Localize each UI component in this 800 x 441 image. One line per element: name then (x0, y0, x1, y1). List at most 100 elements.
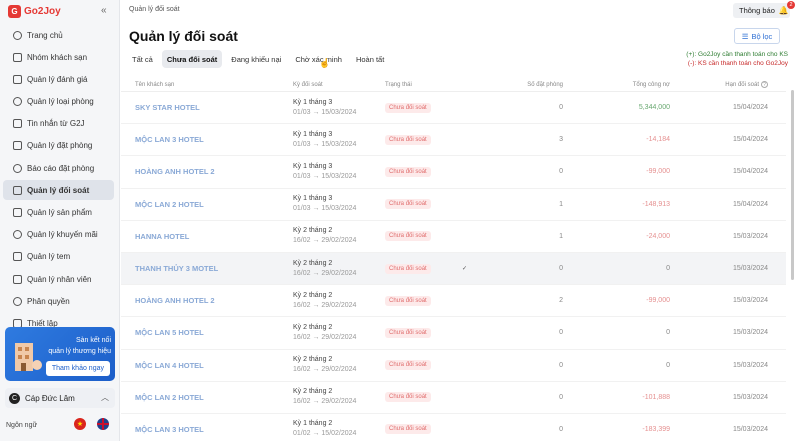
collapse-sidebar-icon[interactable]: « (101, 5, 107, 16)
user-menu[interactable]: C Cáp Đức Lâm ︿ (5, 388, 115, 408)
tab[interactable]: Chưa đối soát (161, 50, 223, 68)
table-row[interactable]: HANNA HOTEL Kỳ 2 tháng 2 16/02 → 29/02/202… (121, 221, 786, 253)
deadline-cell: 15/03/2024 (732, 393, 768, 401)
sidebar-item-label: Quản lý đánh giá (27, 74, 88, 84)
notification-button[interactable]: Thông báo 🔔 2 (733, 1, 795, 18)
period-label: Kỳ 2 tháng 2 (293, 291, 333, 299)
debt-cell: -24,000 (646, 232, 670, 240)
sidebar: G Go2Joy « Trang chủ Nhóm khách sạn Quản l… (0, 0, 120, 441)
table-row[interactable]: HOÀNG ANH HOTEL 2 Kỳ 1 tháng 3 01/03 → 15/… (121, 156, 786, 189)
sidebar-item[interactable]: Quản lý khuyến mãi (3, 225, 114, 245)
sidebar-item-label: Quản lý đối soát (27, 185, 90, 195)
chevron-up-icon[interactable]: ︿ (101, 392, 109, 403)
period-range: 16/02 → 29/02/2024 (293, 398, 357, 406)
home-icon (13, 30, 22, 40)
col-debt: Tổng công nợ (632, 81, 670, 88)
sidebar-nav: Trang chủ Nhóm khách sạn Quản lý đánh giá Q… (0, 24, 120, 336)
filter-icon: ☰ (741, 31, 749, 41)
help-icon[interactable]: ? (761, 81, 768, 88)
debt-cell: -101,888 (642, 393, 670, 401)
sidebar-item-label: Quản lý loại phòng (27, 97, 94, 107)
col-deadline: Hạn đối soát? (670, 81, 776, 88)
sidebar-item-label: Nhóm khách sạn (27, 52, 88, 62)
sidebar-item[interactable]: Báo cáo đặt phòng (3, 158, 114, 178)
hotel-name[interactable]: HOÀNG ANH HOTEL 2 (121, 167, 293, 176)
hotel-name[interactable]: THANH THỦY 3 MOTEL (121, 264, 293, 273)
table-row[interactable]: THANH THỦY 3 MOTEL Kỳ 2 tháng 2 16/02 → 29… (121, 252, 786, 286)
uk-flag-icon[interactable] (97, 418, 109, 430)
vietnam-flag-icon[interactable]: ★ (74, 418, 86, 430)
period-cell: Kỳ 1 tháng 3 01/03 → 15/03/2024 (293, 98, 385, 118)
sidebar-item-label: Quản lý đặt phòng (27, 141, 93, 151)
status-tabs: Tất cả Chưa đối soát Đang khiếu nại Chờ xác… (127, 50, 393, 68)
hotel-name[interactable]: MỘC LAN 5 HOTEL (121, 328, 293, 337)
hotel-name[interactable]: HANNA HOTEL (121, 232, 293, 241)
table-row[interactable]: MỘC LAN 2 HOTEL Kỳ 2 tháng 2 16/02 → 29/02… (121, 382, 786, 414)
sidebar-item[interactable]: Quản lý sản phẩm (3, 203, 114, 223)
status-cell: Chưa đối soát (385, 166, 485, 177)
period-range: 16/02 → 29/02/2024 (293, 366, 357, 374)
sidebar-item-label: Tin nhắn từ G2J (27, 119, 85, 129)
status-badge: Chưa đối soát (385, 360, 431, 371)
sidebar-item[interactable]: Quản lý nhân viên (3, 269, 114, 289)
sidebar-item[interactable]: Quản lý đánh giá (3, 69, 114, 89)
debt-cell: -99,000 (646, 297, 670, 305)
deadline-cell: 15/03/2024 (732, 265, 768, 273)
table-row[interactable]: MỘC LAN 4 HOTEL Kỳ 2 tháng 2 16/02 → 29/02… (121, 350, 786, 382)
checkmark-icon: ✓ (462, 266, 468, 273)
logo-mark: G (8, 4, 21, 18)
col-hotel-name: Tên khách sạn (135, 81, 175, 88)
debt-cell: 0 (666, 329, 670, 337)
hotel-name[interactable]: MỘC LAN 3 HOTEL (121, 135, 293, 144)
sidebar-item[interactable]: Quản lý tem (3, 247, 114, 267)
promo-banner[interactable]: Sàn kết nối quản lý thương hiệu Tham khả… (5, 327, 115, 381)
hotel-name[interactable]: MỘC LAN 3 HOTEL (121, 425, 293, 434)
table-body: SKY STAR HOTEL Kỳ 1 tháng 3 01/03 → 15/03/… (121, 92, 786, 441)
tab[interactable]: Hoàn tất (351, 50, 389, 68)
hotel-name[interactable]: SKY STAR HOTEL (121, 103, 293, 112)
deadline-cell: 15/03/2024 (732, 425, 768, 433)
mouse-pointer-icon: ☝ (319, 58, 331, 68)
legend-minus: (-): KS cần thanh toán cho Go2Joy (687, 60, 788, 67)
table-row[interactable]: MỘC LAN 3 HOTEL Kỳ 1 tháng 2 01/02 → 15/02… (121, 414, 786, 441)
hotel-name[interactable]: MỘC LAN 2 HOTEL (121, 200, 293, 209)
filter-button[interactable]: ☰ Bộ lọc (734, 28, 780, 44)
sidebar-item[interactable]: Phân quyền (3, 291, 114, 311)
sidebar-item[interactable]: Quản lý đối soát (3, 180, 114, 201)
period-label: Kỳ 2 tháng 2 (293, 259, 333, 267)
table-row[interactable]: SKY STAR HOTEL Kỳ 1 tháng 3 01/03 → 15/03/… (121, 92, 786, 125)
scrollbar[interactable] (791, 90, 794, 280)
promo-line-1: Sàn kết nối (75, 337, 111, 344)
tab[interactable]: Đang khiếu nại (226, 50, 286, 68)
hotel-name[interactable]: HOÀNG ANH HOTEL 2 (121, 296, 293, 305)
notification-label: Thông báo (739, 6, 775, 15)
sidebar-item[interactable]: Trang chủ (3, 25, 114, 45)
table-row[interactable]: MỘC LAN 3 HOTEL Kỳ 1 tháng 3 01/03 → 15/03… (121, 124, 786, 157)
period-cell: Kỳ 1 tháng 3 01/03 → 15/03/2024 (293, 130, 385, 150)
sidebar-item[interactable]: Quản lý loại phòng (3, 92, 114, 112)
period-cell: Kỳ 1 tháng 2 01/02 → 15/02/2024 (293, 419, 385, 439)
status-badge: Chưa đối soát (385, 166, 431, 177)
table-row[interactable]: HOÀNG ANH HOTEL 2 Kỳ 2 tháng 2 16/02 → 29/… (121, 285, 786, 318)
sidebar-item[interactable]: Quản lý đặt phòng (3, 136, 114, 156)
booking-icon (13, 141, 22, 151)
hotel-name[interactable]: MỘC LAN 2 HOTEL (121, 393, 293, 402)
sidebar-item-label: Quản lý tem (27, 252, 71, 262)
legend: (+): Go2Joy cần thanh toán cho KS (-): K… (686, 50, 788, 68)
product-icon (13, 208, 22, 217)
deadline-cell: 15/04/2024 (732, 200, 768, 208)
sidebar-item[interactable]: Nhóm khách sạn (3, 47, 114, 67)
period-range: 01/03 → 15/03/2024 (293, 205, 357, 213)
status-cell: Chưa đối soát (385, 134, 485, 145)
status-cell: Chưa đối soát (385, 199, 485, 210)
table-row[interactable]: MỘC LAN 5 HOTEL Kỳ 2 tháng 2 16/02 → 29/02… (121, 317, 786, 350)
col-status: Trạng thái (385, 81, 412, 88)
period-label: Kỳ 1 tháng 2 (293, 420, 333, 428)
sidebar-item[interactable]: Tin nhắn từ G2J (3, 114, 114, 134)
promo-button[interactable]: Tham khảo ngay (45, 361, 110, 376)
table-row[interactable]: MỘC LAN 2 HOTEL Kỳ 1 tháng 3 01/03 → 15/03… (121, 189, 786, 221)
hotel-name[interactable]: MỘC LAN 4 HOTEL (121, 361, 293, 370)
rooms-cell: 0 (559, 168, 563, 176)
tab[interactable]: Tất cả (127, 50, 158, 68)
sidebar-item-label: Quản lý nhân viên (27, 274, 92, 284)
